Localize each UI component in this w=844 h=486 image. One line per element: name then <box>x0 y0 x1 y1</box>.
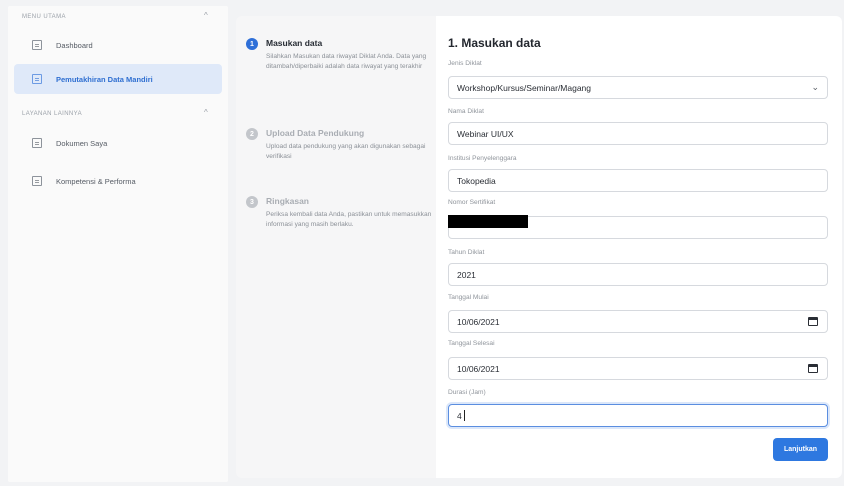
sidebar-item-dashboard[interactable]: Dashboard <box>14 30 222 60</box>
section-header-other: LAYANAN LAINNYA <box>22 111 83 117</box>
tanggal-selesai-value: 10/06/2021 <box>457 363 500 374</box>
step-number: 2 <box>246 128 258 140</box>
step-title: Masukan data <box>266 38 323 48</box>
next-button[interactable]: Lanjutkan <box>773 438 828 461</box>
sertifikat-label: Nomor Sertifikat <box>448 199 496 206</box>
folder-icon <box>32 138 42 148</box>
sidebar-item-dokumen[interactable]: Dokumen Saya <box>14 128 222 158</box>
tanggal-mulai-input[interactable]: 10/06/2021 <box>448 310 828 333</box>
mulai-label: Tanggal Mulai <box>448 294 489 301</box>
sidebar-item-label: Kompetensi & Performa <box>56 176 136 186</box>
step-description: Upload data pendukung yang akan digunaka… <box>266 143 426 160</box>
step-number: 3 <box>246 196 258 208</box>
nama-diklat-label: Nama Diklat <box>448 108 484 115</box>
chevron-up-icon[interactable]: ^ <box>204 108 208 117</box>
selesai-label: Tanggal Selesai <box>448 340 495 347</box>
step-description: Periksa kembali data Anda, pastikan untu… <box>266 211 432 228</box>
calendar-icon[interactable] <box>808 317 818 326</box>
step-title: Ringkasan <box>266 196 309 206</box>
form-title: 1. Masukan data <box>448 36 541 50</box>
tahun-label: Tahun Diklat <box>448 249 485 256</box>
redaction-block <box>448 215 528 228</box>
grid-icon <box>32 176 42 186</box>
section-header-main: MENU UTAMA <box>22 14 66 20</box>
jenis-diklat-label: Jenis Diklat <box>448 60 482 67</box>
chevron-down-icon: ⌄ <box>811 82 819 92</box>
stepper-panel: 1 Masukan data Silahkan Masukan data riw… <box>236 16 436 478</box>
document-list-icon <box>32 74 42 84</box>
sidebar-item-kompetensi[interactable]: Kompetensi & Performa <box>14 166 222 196</box>
institusi-input[interactable]: Tokopedia <box>448 169 828 192</box>
sidebar-item-label: Dokumen Saya <box>56 138 108 148</box>
durasi-value: 4 <box>457 410 462 421</box>
institusi-label: Institusi Penyelenggara <box>448 155 517 162</box>
text-caret <box>463 410 465 421</box>
calendar-icon[interactable] <box>808 364 818 373</box>
chevron-up-icon[interactable]: ^ <box>204 11 208 20</box>
tahun-input[interactable]: 2021 <box>448 263 828 286</box>
tanggal-mulai-value: 10/06/2021 <box>457 316 500 327</box>
sidebar-item-pemutakhiran[interactable]: Pemutakhiran Data Mandiri <box>14 64 222 94</box>
sidebar: MENU UTAMA ^ Dashboard Pemutakhiran Data… <box>8 6 228 482</box>
dashboard-icon <box>32 40 42 50</box>
step-description: Silahkan Masukan data riwayat Diklat And… <box>266 53 427 70</box>
nama-diklat-input[interactable]: Webinar UI/UX <box>448 122 828 145</box>
sidebar-item-label: Dashboard <box>56 40 93 50</box>
sidebar-item-label: Pemutakhiran Data Mandiri <box>56 74 153 84</box>
data-entry-form: 1. Masukan data Jenis Diklat Workshop/Ku… <box>436 16 842 478</box>
tanggal-selesai-input[interactable]: 10/06/2021 <box>448 357 828 380</box>
durasi-label: Durasi (Jam) <box>448 389 486 396</box>
jenis-diklat-value: Workshop/Kursus/Seminar/Magang <box>457 82 592 93</box>
step-number: 1 <box>246 38 258 50</box>
jenis-diklat-select[interactable]: Workshop/Kursus/Seminar/Magang ⌄ <box>448 76 828 99</box>
step-title: Upload Data Pendukung <box>266 128 365 138</box>
durasi-input[interactable]: 4 <box>448 404 828 427</box>
